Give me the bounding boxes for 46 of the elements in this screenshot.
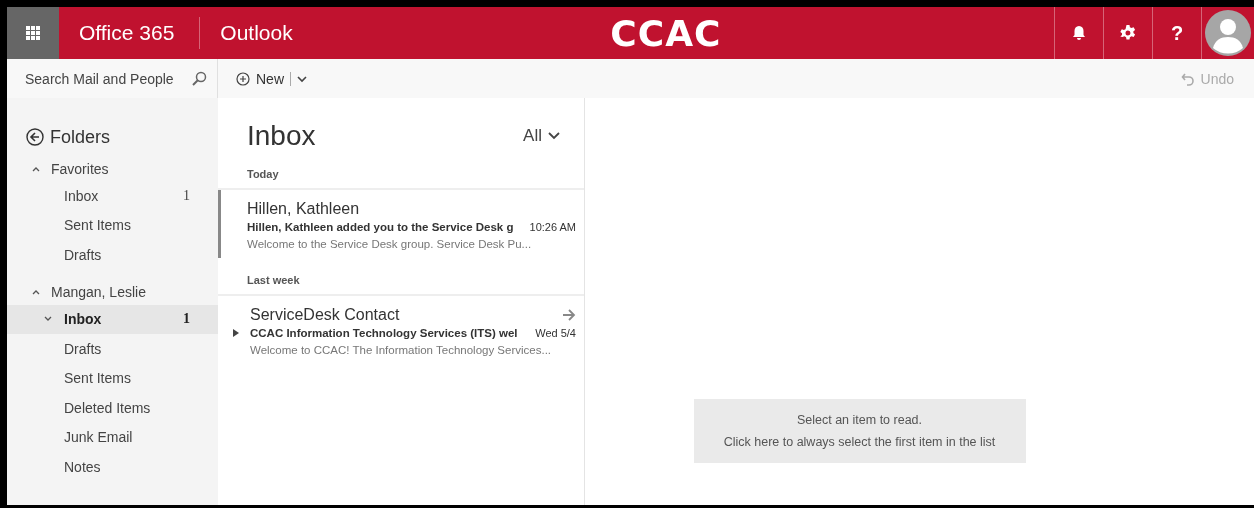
- chevron-down-icon: [548, 132, 560, 140]
- sender: ServiceDesk Contact: [250, 306, 400, 324]
- filter-dropdown[interactable]: All: [523, 126, 560, 146]
- folder-item[interactable]: Junk Email: [7, 422, 218, 452]
- avatar[interactable]: [1201, 7, 1254, 59]
- notice-text: Select an item to read.: [796, 413, 923, 427]
- message-item[interactable]: ServiceDesk Contact CCAC Information Technology Services (ITS) wel Wed 5/4 Welcome to CCAC! The Information Technology Services...: [218, 296, 584, 364]
- app-title: Outlook: [219, 20, 294, 46]
- reading-pane-notice[interactable]: Select an item to read. Click here to always select the first item in the list: [693, 399, 1026, 463]
- logo: CCAC: [610, 12, 722, 54]
- undo-icon: [1180, 71, 1195, 86]
- sender: Hillen, Kathleen: [247, 200, 360, 218]
- received-time: Wed 5/4: [535, 327, 576, 339]
- chevron-down-icon: [297, 74, 307, 83]
- folder-group[interactable]: Mangan, Leslie: [7, 279, 218, 305]
- preview-text: Welcome to CCAC! The Information Technology Services...: [250, 344, 553, 356]
- folder-item[interactable]: Inbox 1: [7, 304, 218, 334]
- folder-item[interactable]: Inbox 1: [7, 181, 218, 211]
- folder-item[interactable]: Notes: [7, 452, 218, 482]
- expand-triangle-icon[interactable]: [233, 329, 239, 337]
- notice-link[interactable]: Click here to always select the first item in the list: [723, 435, 996, 449]
- received-time: 10:26 AM: [529, 221, 576, 233]
- folder-item[interactable]: Drafts: [7, 240, 218, 270]
- folder-item[interactable]: Drafts: [7, 334, 218, 364]
- folder-item[interactable]: Sent Items: [7, 363, 218, 393]
- plus-circle-icon: [236, 71, 250, 86]
- grid-icon: [25, 25, 41, 41]
- bell-icon: [1072, 25, 1086, 41]
- section-header: Today: [218, 152, 584, 190]
- preview-text: Welcome to the Service Desk group. Service Desk Pu...: [247, 238, 533, 250]
- folder-item[interactable]: Sent Items: [7, 210, 218, 240]
- subject: CCAC Information Technology Services (ITS) wel: [250, 327, 519, 339]
- folders-header[interactable]: Folders: [7, 126, 218, 148]
- section-header: Last week: [218, 258, 584, 296]
- new-dropdown-button[interactable]: [297, 74, 307, 83]
- person-icon: [1205, 10, 1251, 56]
- search-icon: [191, 70, 207, 87]
- folder-group[interactable]: Favorites: [7, 156, 218, 181]
- new-button[interactable]: New: [236, 70, 284, 87]
- subject: Hillen, Kathleen added you to the Service Desk g: [247, 221, 515, 233]
- message-item[interactable]: Hillen, Kathleen Hillen, Kathleen added you to the Service Desk g 10:26 AM Welcome to the Service Desk group. Service Desk Pu...: [218, 190, 584, 258]
- list-title: Inbox: [247, 120, 316, 152]
- folder-item[interactable]: Deleted Items: [7, 393, 218, 423]
- app-launcher-button[interactable]: [7, 7, 59, 59]
- suite-title[interactable]: Office 365: [59, 17, 201, 49]
- settings-icon: [1119, 24, 1137, 42]
